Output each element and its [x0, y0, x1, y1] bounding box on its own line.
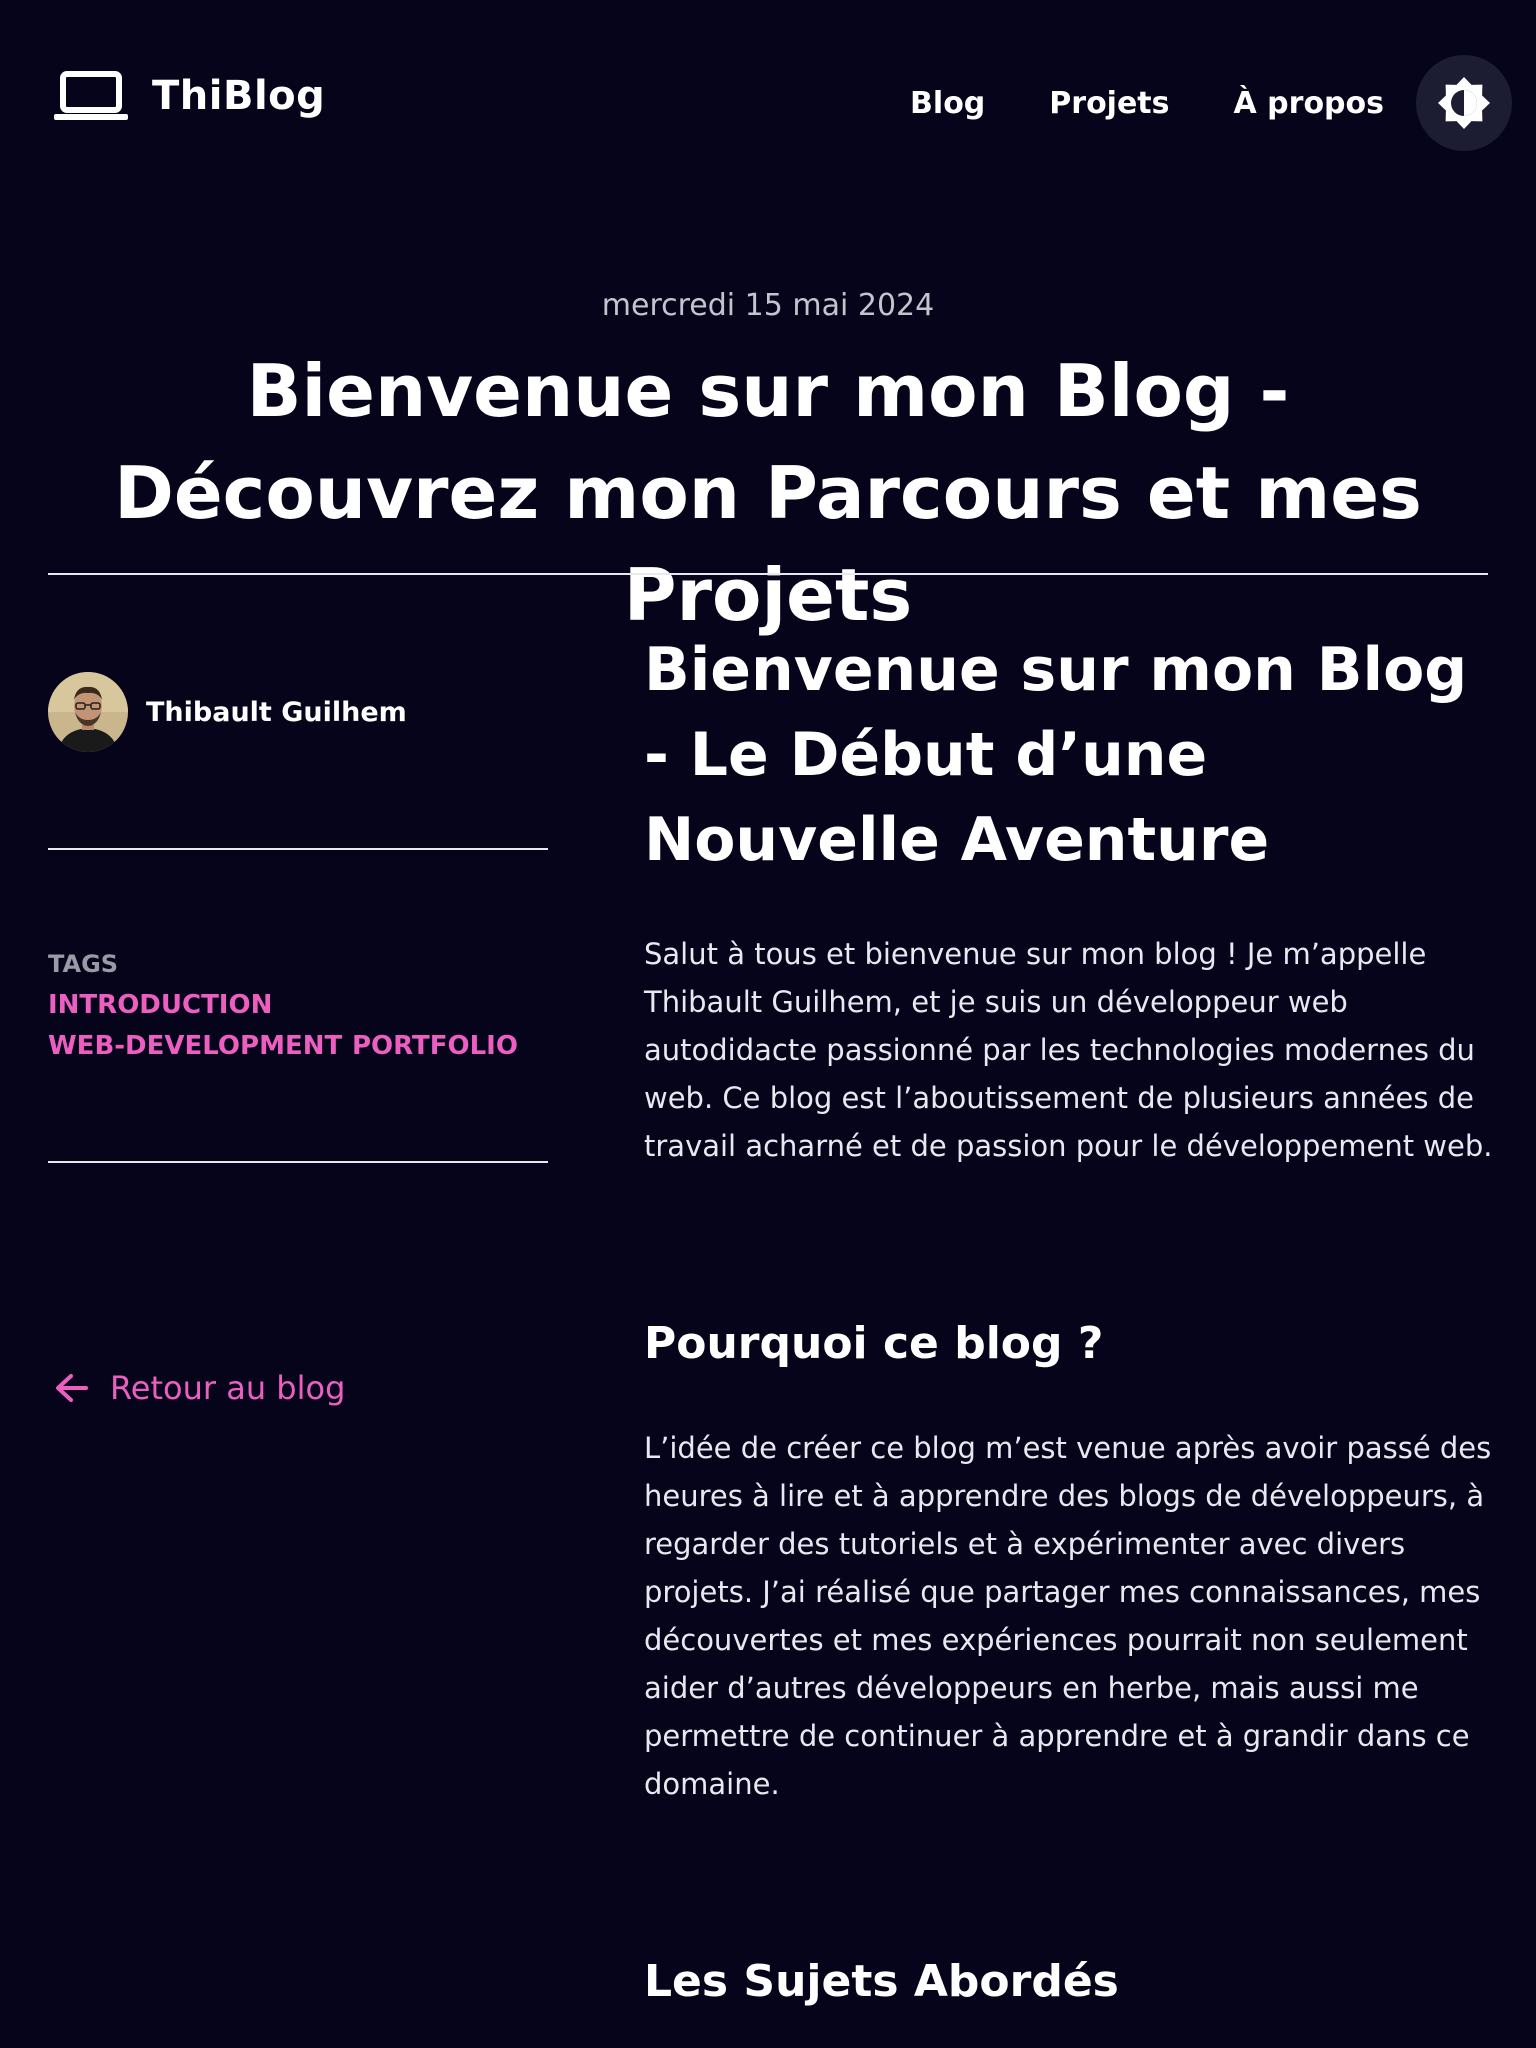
nav-link-a-propos[interactable]: À propos [1234, 86, 1384, 121]
sidebar-divider-1 [48, 848, 548, 850]
nav-link-blog[interactable]: Blog [910, 86, 985, 121]
tag-web-development[interactable]: WEB-DEVELOPMENT [48, 1031, 342, 1061]
site-header: ThiBlog Blog Projets À propos [0, 0, 1536, 200]
author-info: Thibault Guilhem [48, 672, 407, 752]
author-avatar [48, 672, 128, 752]
main-nav: Blog Projets À propos [910, 55, 1512, 151]
laptop-icon [54, 71, 128, 120]
brightness-icon [1438, 77, 1490, 129]
back-link-label: Retour au blog [110, 1369, 346, 1407]
author-name[interactable]: Thibault Guilhem [146, 697, 407, 728]
section-heading-topics: Les Sujets Abordés [644, 1956, 1119, 2007]
title-divider [48, 573, 1488, 575]
post-date: mercredi 15 mai 2024 [601, 288, 935, 323]
article-heading: Bienvenue sur mon Blog - Le Début d’une … [644, 635, 1468, 875]
logo-text: ThiBlog [152, 73, 326, 119]
site-logo[interactable]: ThiBlog [54, 70, 325, 122]
section-paragraph-why: L’idée de créer ce blog m’est venue aprè… [644, 1431, 1492, 1801]
sidebar-divider-2 [48, 1161, 548, 1163]
tags-label: TAGS [48, 950, 119, 978]
theme-toggle-button[interactable] [1416, 55, 1512, 151]
section-heading-why: Pourquoi ce blog ? [644, 1318, 1104, 1369]
article-content: Bienvenue sur mon Blog - Le Début d’une … [644, 628, 1494, 2007]
arrow-left-icon [56, 1374, 88, 1402]
tag-introduction[interactable]: INTRODUCTION [48, 990, 272, 1020]
tag-portfolio[interactable]: PORTFOLIO [352, 1031, 518, 1061]
post-title: Bienvenue sur mon Blog - Découvrez mon P… [114, 349, 1422, 637]
intro-paragraph: Salut à tous et bienvenue sur mon blog !… [644, 937, 1493, 1163]
nav-link-projets[interactable]: Projets [1049, 86, 1169, 121]
back-to-blog-link[interactable]: Retour au blog [52, 1368, 345, 1408]
